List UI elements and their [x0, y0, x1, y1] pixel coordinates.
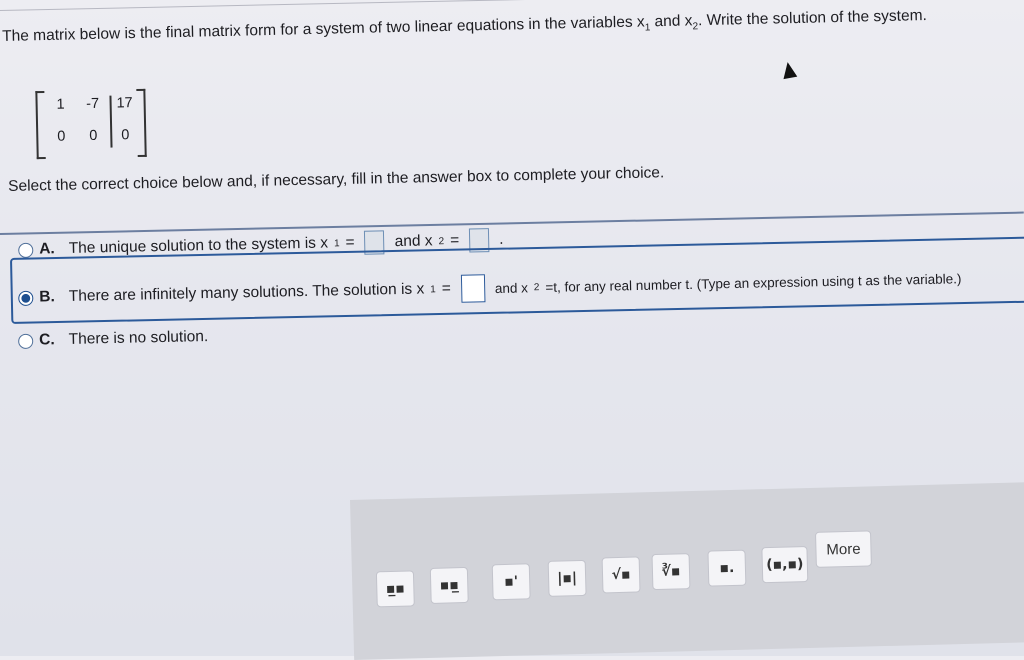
augmented-matrix: 1 -7 17 0 0 0 — [35, 88, 147, 160]
matrix-cell: 17 — [116, 95, 133, 112]
absolute-value-icon[interactable]: |▪| — [547, 559, 587, 597]
more-button[interactable]: More — [814, 530, 872, 568]
matrix-cell: 0 — [89, 127, 98, 145]
nth-root-icon[interactable]: ∛▪ — [651, 553, 691, 591]
option-b-eq: = — [441, 279, 452, 298]
question-part-b: and x — [650, 12, 693, 31]
mixed-number-icon[interactable]: ▪▪̲ — [429, 566, 469, 604]
option-b-text: There are infinitely many solutions. The… — [68, 280, 425, 305]
matrix-cell: 0 — [121, 127, 130, 144]
question-part-c: . Write the solution of the system. — [697, 7, 928, 30]
radio-option-b[interactable] — [18, 290, 34, 306]
question-text: The matrix below is the final matrix for… — [2, 7, 927, 48]
mouse-cursor-icon — [780, 60, 798, 80]
option-c[interactable]: C. There is no solution. — [18, 328, 208, 350]
instruction-text: Select the correct choice below and, if … — [8, 164, 665, 195]
question-part-a: The matrix below is the final matrix for… — [2, 13, 645, 45]
option-b-and: and x — [494, 279, 529, 296]
matrix-left-bracket — [35, 90, 46, 160]
radio-option-a[interactable] — [18, 242, 34, 258]
option-a-sub2: 2 — [438, 235, 445, 247]
matrix-cell: 1 — [56, 96, 65, 113]
option-a-sub1: 1 — [333, 237, 340, 249]
option-a-end: . — [498, 230, 504, 248]
decimal-icon[interactable]: ▪. — [707, 549, 747, 587]
exponent-icon[interactable]: ▪' — [491, 563, 531, 601]
option-a-letter: A. — [39, 240, 55, 258]
option-b-sub2: 2 — [533, 281, 540, 293]
option-c-text: There is no solution. — [68, 328, 209, 348]
option-a-eq: = — [345, 233, 355, 252]
sqrt-icon[interactable]: √▪ — [601, 556, 641, 594]
option-b-rest: =t, for any real number t. (Type an expr… — [545, 270, 962, 295]
option-b-letter: B. — [39, 288, 55, 306]
matrix-cell: -7 — [86, 95, 100, 113]
option-a-eq2: = — [449, 231, 460, 249]
answer-box-b-x1[interactable] — [460, 274, 486, 303]
radio-option-c[interactable] — [18, 333, 34, 349]
matrix-right-bracket — [136, 88, 147, 158]
math-toolbar: ▪̲▪ ▪▪̲ ▪' |▪| √▪ ∛▪ ▪. (▪,▪) More — [350, 481, 1024, 660]
option-c-letter: C. — [38, 331, 55, 349]
fraction-icon[interactable]: ▪̲▪ — [375, 570, 415, 608]
matrix-cell: 0 — [57, 128, 66, 145]
option-b-sub1: 1 — [430, 283, 436, 295]
divider-choices — [0, 211, 1024, 235]
ordered-pair-icon[interactable]: (▪,▪) — [761, 546, 809, 584]
